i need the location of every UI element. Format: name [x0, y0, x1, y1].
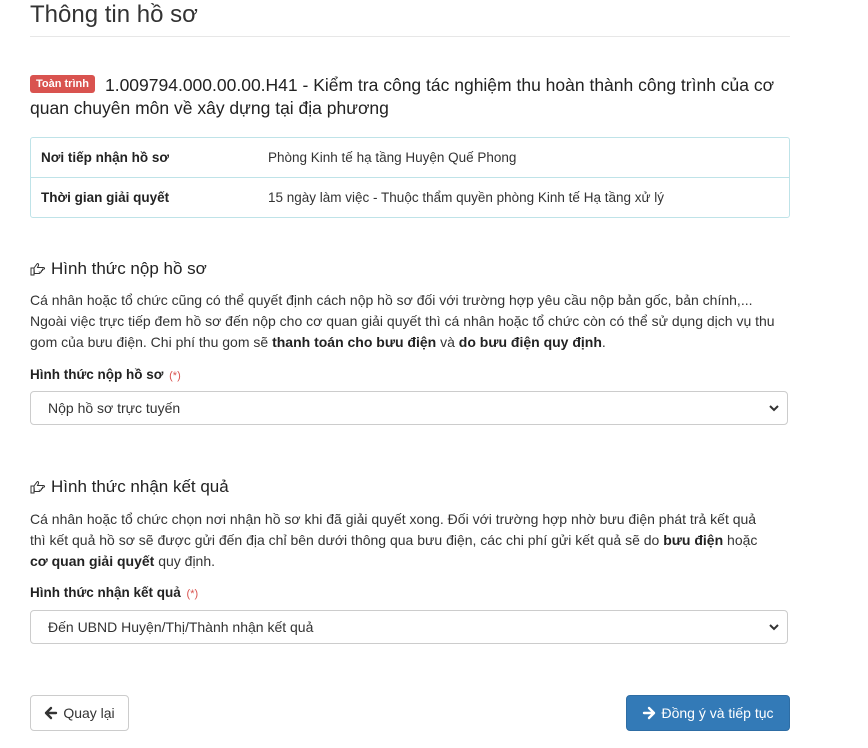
table-row: Nơi tiếp nhận hồ sơ Phòng Kinh tế hạ tần…: [31, 138, 789, 177]
text: Cá nhân hoặc tổ chức chọn nơi nhận hồ sơ…: [30, 511, 757, 548]
bold-text: bưu điện: [663, 532, 724, 548]
receive-method-select[interactable]: Đến UBND Huyện/Thị/Thành nhận kết quả: [30, 610, 788, 644]
agree-continue-button[interactable]: Đồng ý và tiếp tục: [626, 695, 790, 731]
status-badge: Toàn trình: [30, 75, 95, 93]
submit-section-heading: Hình thức nộp hồ sơ: [30, 258, 207, 282]
procedure-title: 1.009794.000.00.00.H41 - Kiểm tra công t…: [30, 75, 775, 118]
info-value: 15 ngày làm việc - Thuộc thẩm quyền phòn…: [268, 190, 665, 205]
receive-section-heading: Hình thức nhận kết quả: [30, 476, 229, 500]
required-mark: (*): [186, 588, 199, 600]
label-text: Hình thức nộp hồ sơ: [30, 367, 164, 382]
text: .: [601, 334, 606, 350]
chevron-down-icon: [769, 405, 779, 412]
submit-method-label: Hình thức nộp hồ sơ (*): [30, 367, 181, 382]
text: quy định.: [154, 553, 216, 569]
hand-pointing-right-icon: [30, 478, 46, 500]
chevron-down-icon: [769, 624, 779, 631]
submit-method-select[interactable]: Nộp hồ sơ trực tuyến: [30, 391, 788, 425]
page: Thông tin hồ sơ Toàn trình 1.009794.000.0…: [0, 0, 868, 748]
table-row: Thời gian giải quyết 15 ngày làm việc - …: [31, 177, 789, 217]
section-title: Hình thức nộp hồ sơ: [51, 259, 207, 278]
arrow-left-icon: [45, 706, 58, 720]
procedure-heading: Toàn trình 1.009794.000.00.00.H41 - Kiểm …: [30, 74, 790, 120]
bold-text: do bưu điện quy định: [458, 334, 602, 350]
page-title: Thông tin hồ sơ: [30, 1, 198, 28]
arrow-right-icon: [643, 706, 656, 720]
bold-text: cơ quan giải quyết: [30, 553, 155, 569]
title-divider: [30, 36, 790, 37]
text: và: [436, 334, 459, 350]
section-title: Hình thức nhận kết quả: [51, 477, 229, 496]
back-button[interactable]: Quay lại: [30, 695, 129, 731]
info-value: Phòng Kinh tế hạ tầng Huyện Quế Phong: [268, 150, 517, 165]
selected-value: Nộp hồ sơ trực tuyến: [48, 400, 181, 416]
receive-method-label: Hình thức nhận kết quả (*): [30, 585, 198, 600]
info-label: Thời gian giải quyết: [41, 190, 170, 205]
back-button-label: Quay lại: [63, 705, 115, 721]
agree-continue-label: Đồng ý và tiếp tục: [661, 705, 774, 721]
hand-pointing-right-icon: [30, 260, 46, 282]
bold-text: thanh toán cho bưu điện: [272, 334, 437, 350]
receive-description: Cá nhân hoặc tổ chức chọn nơi nhận hồ sơ…: [30, 509, 775, 572]
label-text: Hình thức nhận kết quả: [30, 585, 181, 600]
submit-description: Cá nhân hoặc tổ chức cũng có thể quyết đ…: [30, 290, 775, 353]
info-label: Nơi tiếp nhận hồ sơ: [41, 150, 169, 165]
selected-value: Đến UBND Huyện/Thị/Thành nhận kết quả: [48, 619, 314, 635]
required-mark: (*): [169, 370, 181, 382]
text: hoặc: [723, 532, 758, 548]
procedure-info-table: Nơi tiếp nhận hồ sơ Phòng Kinh tế hạ tần…: [30, 137, 790, 218]
